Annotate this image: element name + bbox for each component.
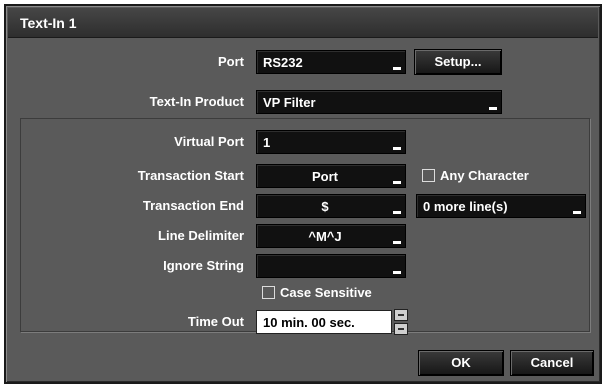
chevron-down-icon [393,181,401,184]
virtual-port-dropdown[interactable]: 1 [256,130,406,154]
transaction-start-field[interactable]: Port [256,164,406,188]
time-out-spinner[interactable] [394,309,408,335]
chevron-down-icon [393,271,401,274]
transaction-end-field[interactable]: $ [256,194,406,218]
time-out-label: Time Out [187,314,244,329]
ignore-string-field[interactable] [256,254,406,278]
case-sensitive-label: Case Sensitive [280,285,372,300]
ok-button[interactable]: OK [418,350,504,376]
chevron-down-icon [393,147,401,150]
chevron-down-icon [393,241,401,244]
time-out-field[interactable]: 10 min. 00 sec. [256,310,392,334]
setup-button[interactable]: Setup... [414,49,502,75]
case-sensitive-checkbox[interactable] [262,286,275,299]
text-in-product-dropdown[interactable]: VP Filter [256,90,502,114]
chevron-down-icon [489,107,497,110]
transaction-start-label: Transaction Start [137,168,244,183]
port-dropdown[interactable]: RS232 [256,50,406,74]
any-character-checkbox[interactable] [422,169,435,182]
port-value: RS232 [263,55,303,70]
any-character-label: Any Character [440,168,529,183]
virtual-port-value: 1 [263,135,271,150]
chevron-down-icon [393,67,401,70]
line-delimiter-value: ^M^J [308,229,342,244]
text-in-dialog: Text-In 1 Port RS232 Setup... Text-In Pr… [4,4,602,384]
port-label: Port [218,54,244,69]
chevron-down-icon [393,211,401,214]
dialog-title: Text-In 1 [8,8,598,38]
ignore-string-label: Ignore String [163,258,244,273]
more-lines-value: 0 more line(s) [423,199,508,214]
virtual-port-label: Virtual Port [174,134,244,149]
transaction-end-value: $ [321,199,329,214]
chevron-down-icon [573,211,581,214]
line-delimiter-label: Line Delimiter [158,228,244,243]
spin-down-icon[interactable] [394,323,408,335]
line-delimiter-field[interactable]: ^M^J [256,224,406,248]
spin-up-icon[interactable] [394,309,408,321]
more-lines-dropdown[interactable]: 0 more line(s) [416,194,586,218]
text-in-product-value: VP Filter [263,95,316,110]
text-in-product-label: Text-In Product [149,94,244,109]
transaction-start-value: Port [312,169,338,184]
transaction-end-label: Transaction End [142,198,244,213]
cancel-button[interactable]: Cancel [510,350,594,376]
